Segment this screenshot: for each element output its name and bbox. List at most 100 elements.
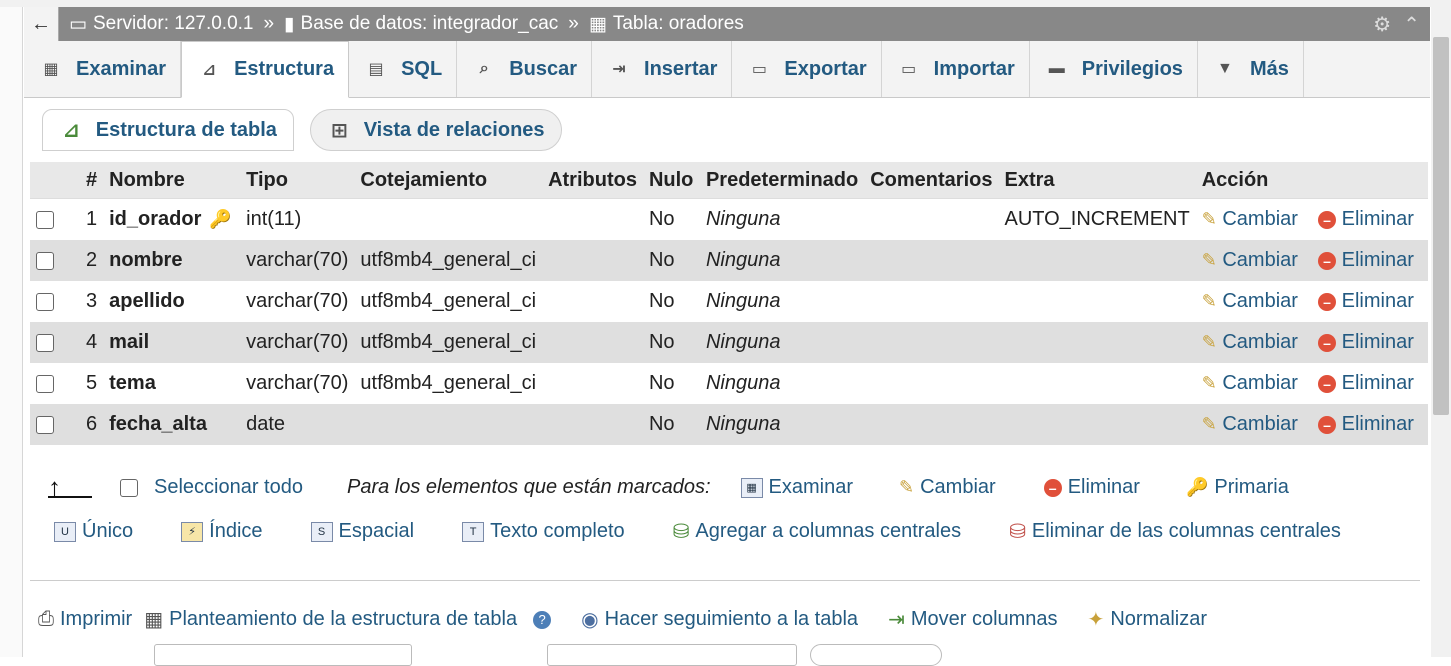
print-button[interactable]: ⎙ Imprimir bbox=[38, 608, 132, 631]
bulk-browse-button[interactable]: ▦ Examinar bbox=[740, 476, 854, 499]
bulk-fulltext-button[interactable]: T Texto completo bbox=[462, 520, 625, 543]
header-attributes[interactable]: Atributos bbox=[542, 162, 643, 199]
delete-action[interactable]: – Eliminar bbox=[1312, 322, 1428, 363]
scrollbar-thumb[interactable] bbox=[1433, 37, 1449, 415]
header-extra[interactable]: Extra bbox=[998, 162, 1196, 199]
tab-sql[interactable]: ▤ SQL bbox=[349, 41, 458, 97]
bulk-primary-button[interactable]: 🔑 Primaria bbox=[1186, 476, 1289, 499]
row-select[interactable] bbox=[30, 199, 80, 241]
row-number: 4 bbox=[80, 322, 104, 363]
tab-buscar[interactable]: ⌕ Buscar bbox=[457, 41, 593, 97]
pencil-icon: ✎ bbox=[1201, 332, 1217, 352]
column-extra: AUTO_INCREMENT bbox=[1004, 208, 1190, 230]
row-checkbox[interactable] bbox=[36, 292, 54, 311]
select-all-checkbox[interactable] bbox=[120, 478, 138, 497]
go-button[interactable] bbox=[810, 644, 942, 666]
change-action[interactable]: ✎ Cambiar bbox=[1195, 404, 1313, 445]
import-icon: ▭ bbox=[901, 61, 917, 78]
header-collation[interactable]: Cotejamiento bbox=[354, 162, 543, 199]
change-link[interactable]: Cambiar bbox=[1222, 331, 1298, 353]
header-default[interactable]: Predeterminado bbox=[699, 162, 865, 199]
bulk-spatial-button[interactable]: S Espacial bbox=[310, 520, 414, 543]
tab-label: Estructura bbox=[234, 58, 335, 80]
change-action[interactable]: ✎ Cambiar bbox=[1195, 322, 1313, 363]
change-link[interactable]: Cambiar bbox=[1222, 290, 1298, 312]
bulk-browse-label: Examinar bbox=[768, 476, 854, 498]
change-action[interactable]: ✎ Cambiar bbox=[1196, 199, 1312, 241]
add-columns-input[interactable] bbox=[154, 644, 412, 666]
position-select[interactable] bbox=[547, 644, 797, 666]
row-select[interactable] bbox=[30, 240, 80, 281]
delete-link[interactable]: Eliminar bbox=[1342, 413, 1414, 435]
normalize-button[interactable]: ✦ Normalizar bbox=[1088, 607, 1207, 632]
row-checkbox[interactable] bbox=[36, 374, 54, 393]
change-link[interactable]: Cambiar bbox=[1222, 413, 1298, 435]
delete-action[interactable]: – Eliminar bbox=[1312, 240, 1428, 281]
delete-action[interactable]: – Eliminar bbox=[1312, 199, 1428, 241]
delete-action[interactable]: – Eliminar bbox=[1312, 281, 1428, 322]
help-icon[interactable]: ? bbox=[533, 610, 552, 629]
breadcrumb-server[interactable]: ▭ Servidor: 127.0.0.1 bbox=[69, 13, 254, 36]
subtab-relations-view[interactable]: ⊞ Vista de relaciones bbox=[309, 109, 562, 151]
delete-icon: – bbox=[1318, 333, 1337, 352]
breadcrumb-table[interactable]: ▦ Tabla: oradores bbox=[589, 13, 744, 36]
tab-exportar[interactable]: ▭ Exportar bbox=[732, 41, 882, 97]
header-comments[interactable]: Comentarios bbox=[864, 162, 999, 199]
row-checkbox[interactable] bbox=[36, 333, 54, 352]
bulk-actions-row-2: U Único ⚡ Índice S Espacial T Texto completo… bbox=[54, 519, 1341, 544]
delete-link[interactable]: Eliminar bbox=[1342, 331, 1414, 353]
change-link[interactable]: Cambiar bbox=[1222, 372, 1298, 394]
row-select[interactable] bbox=[30, 404, 80, 445]
change-action[interactable]: ✎ Cambiar bbox=[1196, 281, 1312, 322]
sub-tabs: ⊿ Estructura de tabla ⊞ Vista de relacione… bbox=[42, 109, 562, 151]
header-null[interactable]: Nulo bbox=[642, 162, 700, 199]
delete-link[interactable]: Eliminar bbox=[1342, 249, 1414, 271]
change-action[interactable]: ✎ Cambiar bbox=[1196, 363, 1312, 404]
column-type: varchar(70) bbox=[246, 290, 349, 312]
delete-action[interactable]: – Eliminar bbox=[1312, 363, 1428, 404]
change-link[interactable]: Cambiar bbox=[1222, 249, 1298, 271]
row-select[interactable] bbox=[30, 281, 80, 322]
bulk-delete-button[interactable]: – Eliminar bbox=[1043, 476, 1140, 499]
back-arrow-icon[interactable]: ← bbox=[24, 7, 59, 41]
row-checkbox[interactable] bbox=[36, 210, 54, 229]
table-row: 4 mail varchar(70) utf8mb4_general_ci No… bbox=[30, 322, 1428, 363]
propose-structure-button[interactable]: ▦ Planteamiento de la estructura de tabla… bbox=[144, 607, 552, 632]
bulk-index-button[interactable]: ⚡ Índice bbox=[181, 520, 263, 543]
delete-action[interactable]: – Eliminar bbox=[1312, 404, 1428, 445]
tab-mas[interactable]: ▼ Más bbox=[1198, 41, 1304, 97]
gear-icon[interactable]: ⚙ bbox=[1373, 12, 1391, 37]
collapse-icon[interactable]: ⌃ bbox=[1403, 12, 1420, 37]
subtab-label: Vista de relaciones bbox=[363, 118, 545, 141]
tab-privilegios[interactable]: ▬ Privilegios bbox=[1030, 41, 1198, 97]
tab-estructura[interactable]: ⊿ Estructura bbox=[181, 41, 350, 98]
change-action[interactable]: ✎ Cambiar bbox=[1195, 240, 1313, 281]
tab-insertar[interactable]: ⇥ Insertar bbox=[592, 41, 733, 97]
change-link[interactable]: Cambiar bbox=[1222, 208, 1298, 230]
bulk-change-button[interactable]: ✎ Cambiar bbox=[899, 476, 996, 499]
row-select[interactable] bbox=[30, 363, 80, 404]
track-table-button[interactable]: ◉ Hacer seguimiento a la tabla bbox=[581, 607, 858, 632]
column-default: Ninguna bbox=[699, 322, 865, 363]
delete-link[interactable]: Eliminar bbox=[1342, 372, 1414, 394]
vertical-scrollbar[interactable] bbox=[1431, 7, 1451, 657]
bulk-unique-button[interactable]: U Único bbox=[54, 520, 133, 543]
select-all-label[interactable]: Seleccionar todo bbox=[154, 476, 303, 499]
table-row: 3 apellido varchar(70) utf8mb4_general_c… bbox=[30, 281, 1428, 322]
tab-importar[interactable]: ▭ Importar bbox=[882, 41, 1030, 97]
move-columns-button[interactable]: ⇥ Mover columnas bbox=[888, 607, 1057, 632]
propose-structure-icon: ▦ bbox=[144, 609, 164, 631]
subtab-table-structure[interactable]: ⊿ Estructura de tabla bbox=[42, 109, 294, 151]
column-extra bbox=[998, 240, 1196, 281]
bulk-remove-central-button[interactable]: ⛁ Eliminar de las columnas centrales bbox=[1009, 519, 1341, 544]
delete-link[interactable]: Eliminar bbox=[1342, 290, 1414, 312]
tab-examinar[interactable]: ▦ Examinar bbox=[24, 41, 182, 97]
row-select[interactable] bbox=[30, 322, 80, 363]
bulk-add-central-button[interactable]: ⛁ Agregar a columnas centrales bbox=[673, 519, 961, 544]
delete-link[interactable]: Eliminar bbox=[1342, 208, 1414, 230]
header-type[interactable]: Tipo bbox=[240, 162, 355, 199]
header-name[interactable]: Nombre bbox=[103, 162, 241, 199]
row-checkbox[interactable] bbox=[36, 251, 54, 270]
row-checkbox[interactable] bbox=[36, 415, 54, 434]
breadcrumb-database[interactable]: ▮ Base de datos: integrador_cac bbox=[284, 13, 558, 36]
